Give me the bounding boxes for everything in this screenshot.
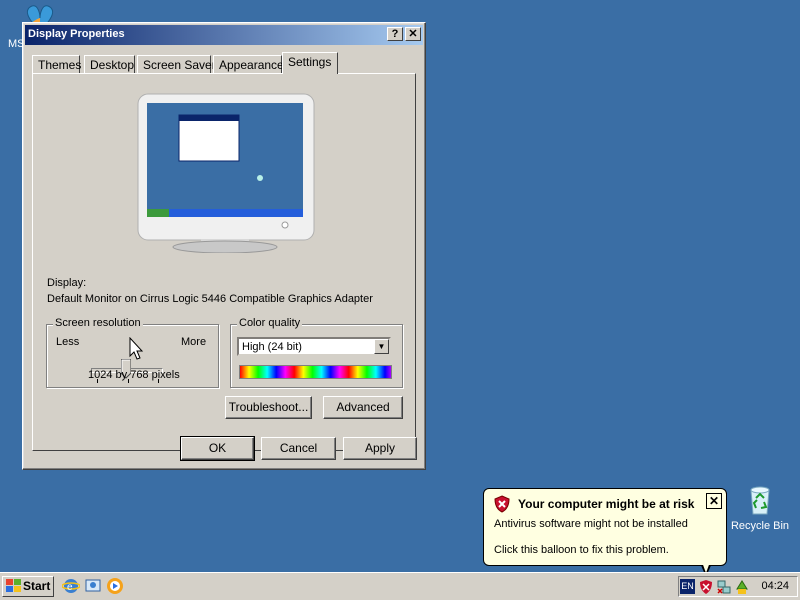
dialog-title: Display Properties (28, 28, 125, 40)
recycle-bin-label: Recycle Bin (730, 520, 790, 532)
troubleshoot-button[interactable]: Troubleshoot... (225, 396, 312, 419)
color-quality-dropdown[interactable]: High (24 bit) ▼ (237, 337, 391, 356)
chevron-down-icon[interactable]: ▼ (374, 339, 389, 354)
resolution-more-label: More (181, 336, 207, 348)
start-label: Start (23, 579, 51, 593)
security-balloon[interactable]: Your computer might be at risk Antivirus… (483, 488, 727, 566)
monitor-preview-icon (137, 93, 315, 253)
shield-warning-icon (494, 495, 510, 513)
display-label: Display: (47, 277, 87, 289)
tab-appearance[interactable]: Appearance (213, 55, 284, 73)
close-button[interactable]: ✕ (405, 27, 421, 41)
windows-logo-icon (6, 579, 21, 592)
svg-text:e: e (67, 582, 73, 593)
balloon-title: Your computer might be at risk (518, 497, 695, 511)
balloon-line1: Antivirus software might not be installe… (494, 518, 688, 530)
internet-explorer-icon[interactable]: e (62, 577, 80, 595)
network-error-tray-icon[interactable] (717, 579, 731, 595)
system-tray: EN 04:24 (678, 576, 798, 597)
clock: 04:24 (761, 580, 789, 592)
cancel-button[interactable]: Cancel (261, 437, 336, 460)
screen-resolution-title: Screen resolution (53, 317, 143, 329)
help-button[interactable]: ? (387, 27, 403, 41)
recycle-bin-icon[interactable]: Recycle Bin (728, 484, 792, 532)
mouse-cursor-icon (129, 337, 144, 360)
dialog-titlebar[interactable]: Display Properties ? ✕ (25, 25, 423, 45)
balloon-line2: Click this balloon to fix this problem. (494, 544, 669, 556)
tab-desktop[interactable]: Desktop (84, 55, 135, 73)
security-shield-tray-icon[interactable] (699, 579, 713, 595)
tab-screen-saver[interactable]: Screen Saver (137, 55, 216, 73)
color-quality-selected: High (24 bit) (242, 341, 302, 353)
recycle-bin-graphic-icon (750, 486, 770, 515)
color-quality-title: Color quality (237, 317, 303, 329)
tab-settings[interactable]: Settings (282, 52, 338, 74)
color-spectrum-preview (239, 365, 392, 379)
show-desktop-icon[interactable] (84, 577, 102, 595)
balloon-close-button[interactable]: ✕ (706, 493, 722, 509)
update-tray-icon[interactable] (735, 579, 749, 595)
resolution-less-label: Less (56, 336, 80, 348)
media-player-icon[interactable] (106, 577, 124, 595)
display-adapter-text: Default Monitor on Cirrus Logic 5446 Com… (47, 293, 373, 305)
ok-button[interactable]: OK (180, 436, 255, 461)
display-properties-dialog: Display Properties ? ✕ Themes Desktop Sc… (22, 22, 426, 470)
resolution-value-text: 1024 by 768 pixels (88, 369, 180, 381)
language-indicator[interactable]: EN (680, 579, 695, 594)
tab-themes[interactable]: Themes (32, 55, 81, 73)
advanced-button[interactable]: Advanced (323, 396, 403, 419)
apply-button[interactable]: Apply (343, 437, 417, 460)
taskbar: Start e EN 04:24 (0, 572, 800, 600)
start-button[interactable]: Start (2, 576, 54, 597)
